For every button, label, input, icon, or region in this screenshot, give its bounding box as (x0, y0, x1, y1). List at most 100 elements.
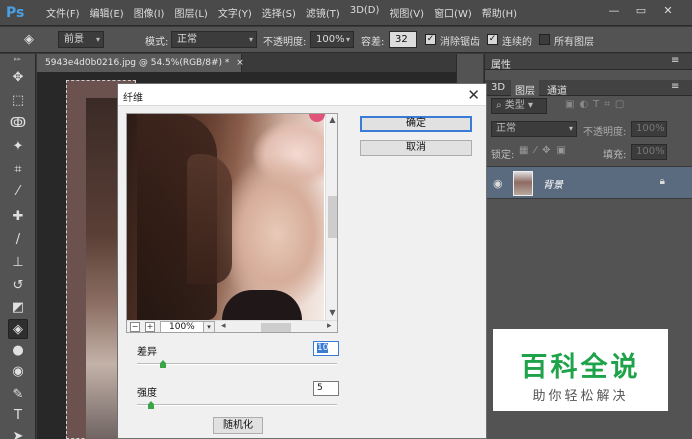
chevron-down-icon[interactable]: ▾ (203, 321, 215, 332)
type-icon[interactable]: T (8, 406, 28, 426)
fill-input[interactable]: 100% (631, 144, 667, 160)
scroll-thumb[interactable] (328, 196, 337, 238)
menu-item[interactable]: 图层(L) (174, 5, 207, 20)
strength-input[interactable]: 5 (313, 381, 339, 396)
tab-properties[interactable]: 属性 (491, 56, 511, 71)
healing-icon[interactable]: ✚ (8, 207, 28, 227)
layer-filter-icons[interactable]: ▣◐T⌗▢ (565, 99, 629, 110)
panel-tabs-row: 3D 图层 通道 ≡ (485, 80, 692, 97)
cancel-button[interactable]: 取消 (360, 140, 472, 156)
paint-bucket-icon[interactable]: ◈ (8, 319, 28, 339)
lasso-icon[interactable]: ↂ (8, 114, 28, 134)
layer-name: 背景 (543, 180, 563, 191)
all-layers-checkbox[interactable] (539, 34, 550, 45)
tab-channels[interactable]: 通道 (547, 82, 567, 97)
blend-mode-select[interactable]: 正常 ▾ (491, 121, 577, 137)
layer-thumbnail (513, 171, 533, 196)
paint-bucket-icon[interactable]: ◈ (20, 31, 38, 49)
menu-item[interactable]: 编辑(E) (90, 5, 124, 20)
eyedropper-icon[interactable]: ⁄ (8, 182, 28, 202)
close-icon[interactable]: ✕ (467, 85, 480, 105)
zoom-out-button[interactable]: − (130, 322, 140, 332)
tab-3d[interactable]: 3D (491, 82, 505, 93)
panel-menu-icon[interactable]: ≡ (671, 81, 679, 92)
fill-label: 填充: (603, 150, 627, 161)
layer-row-background[interactable]: ◉ 背景 🔒︎ (485, 166, 692, 199)
watermark-title: 百科全说 (520, 352, 641, 383)
zoom-in-button[interactable]: + (145, 322, 155, 332)
eraser-icon[interactable]: ◩ (8, 298, 28, 318)
lock-icons[interactable]: ▦⁄✥▣ (519, 145, 572, 156)
tolerance-input[interactable]: 32 (389, 31, 417, 48)
mode-select[interactable]: 正常 ▾ (171, 31, 257, 48)
properties-tab-row: 属性 ≡ (485, 54, 692, 71)
eye-icon[interactable]: ◉ (493, 177, 503, 190)
chevron-down-icon: ▾ (95, 35, 100, 44)
menu-item[interactable]: 滤镜(T) (306, 5, 340, 20)
vertical-scrollbar[interactable]: ▲ ▼ (325, 114, 337, 320)
variance-input[interactable]: 10 (313, 341, 339, 356)
panel-opacity-input[interactable]: 100% (631, 121, 667, 137)
antialias-checkbox[interactable]: ✓ (425, 34, 436, 45)
document-tab[interactable]: 5943e4d0b0216.jpg @ 54.5%(RGB/8#) * × (37, 54, 244, 72)
strength-slider-handle[interactable] (148, 401, 154, 409)
scroll-down-icon[interactable]: ▼ (326, 307, 337, 319)
menu-item[interactable]: 文件(F) (46, 5, 80, 20)
menu-item[interactable]: 文字(Y) (218, 5, 252, 20)
panel-grip[interactable]: ▸▸ (0, 54, 35, 64)
contiguous-checkbox[interactable]: ✓ (487, 34, 498, 45)
history-brush-icon[interactable]: ↺ (8, 276, 28, 296)
chevron-down-icon: ▾ (345, 35, 350, 44)
menu-item[interactable]: 选择(S) (262, 5, 296, 20)
tolerance-label: 容差: (361, 37, 385, 48)
magic-wand-icon[interactable]: ✦ (8, 137, 28, 157)
fill-source-value: 前景 (64, 34, 84, 45)
close-window-button[interactable]: ✕ (657, 4, 679, 18)
tools-panel: ▸▸ ✥ ⬚ ↂ ✦ ⌗ ⁄ ✚ / ⊥ ↺ ◩ ◈ ● ◉ ✎ T ➤ (0, 54, 36, 439)
stamp-icon[interactable]: ⊥ (8, 253, 28, 273)
crop-icon[interactable]: ⌗ (8, 160, 28, 180)
menu-items: 文件(F) 编辑(E) 图像(I) 图层(L) 文字(Y) 选择(S) 滤镜(T) 3D(D)… (36, 5, 517, 20)
marquee-icon[interactable]: ⬚ (8, 91, 28, 111)
restore-button[interactable]: ▭ (630, 4, 652, 18)
preview-dress (222, 290, 302, 320)
chevron-down-icon: ▾ (248, 35, 253, 44)
scroll-up-icon[interactable]: ▲ (326, 114, 337, 126)
menu-item[interactable]: 图像(I) (134, 5, 165, 20)
scroll-left-icon[interactable]: ◂ (221, 321, 226, 331)
photoshop-logo: Ps (6, 4, 25, 21)
horizontal-scroll-thumb[interactable] (261, 323, 291, 332)
panel-menu-icon[interactable]: ≡ (671, 55, 679, 66)
antialias-label: 消除锯齿 (440, 37, 480, 48)
pen-icon[interactable]: ✎ (8, 385, 28, 405)
minimize-button[interactable]: — (603, 4, 625, 18)
move-icon[interactable]: ✥ (8, 68, 28, 88)
close-tab-icon[interactable]: × (236, 58, 244, 68)
opacity-input[interactable]: 100% ▾ (310, 31, 354, 48)
menu-item[interactable]: 3D(D) (350, 5, 380, 20)
menu-item[interactable]: 帮助(H) (482, 5, 517, 20)
scroll-right-icon[interactable]: ▸ (327, 321, 332, 331)
variance-label: 差异 (137, 347, 157, 358)
path-select-icon[interactable]: ➤ (8, 427, 28, 439)
document-tab-title: 5943e4d0b0216.jpg @ 54.5%(RGB/8#) * (45, 58, 230, 68)
tab-layers[interactable]: 图层 (511, 80, 539, 97)
ok-button[interactable]: 确定 (360, 116, 472, 132)
fill-source-select[interactable]: 前景 ▾ (58, 31, 104, 48)
layer-kind-filter[interactable]: ⌕ 类型 ▾ (491, 98, 547, 114)
blur-icon[interactable]: ● (8, 341, 28, 361)
brush-icon[interactable]: / (8, 230, 28, 250)
menu-item[interactable]: 窗口(W) (434, 5, 472, 20)
preview-window[interactable]: ▲ ▼ − + 100% ▾ ◂ ▸ (126, 113, 338, 333)
dodge-icon[interactable]: ◉ (8, 362, 28, 382)
zoom-level[interactable]: 100% (160, 321, 204, 332)
variance-slider-handle[interactable] (160, 360, 166, 368)
preview-lips (309, 114, 325, 122)
menu-item[interactable]: 视图(V) (389, 5, 424, 20)
zoom-bar: − + 100% ▾ ◂ ▸ (127, 320, 337, 332)
randomize-button[interactable]: 随机化 (213, 417, 263, 434)
variance-slider[interactable] (137, 363, 337, 365)
strength-slider[interactable] (137, 404, 337, 406)
chevron-down-icon: ▾ (568, 124, 573, 133)
layer-kind-value: 类型 (504, 100, 525, 111)
